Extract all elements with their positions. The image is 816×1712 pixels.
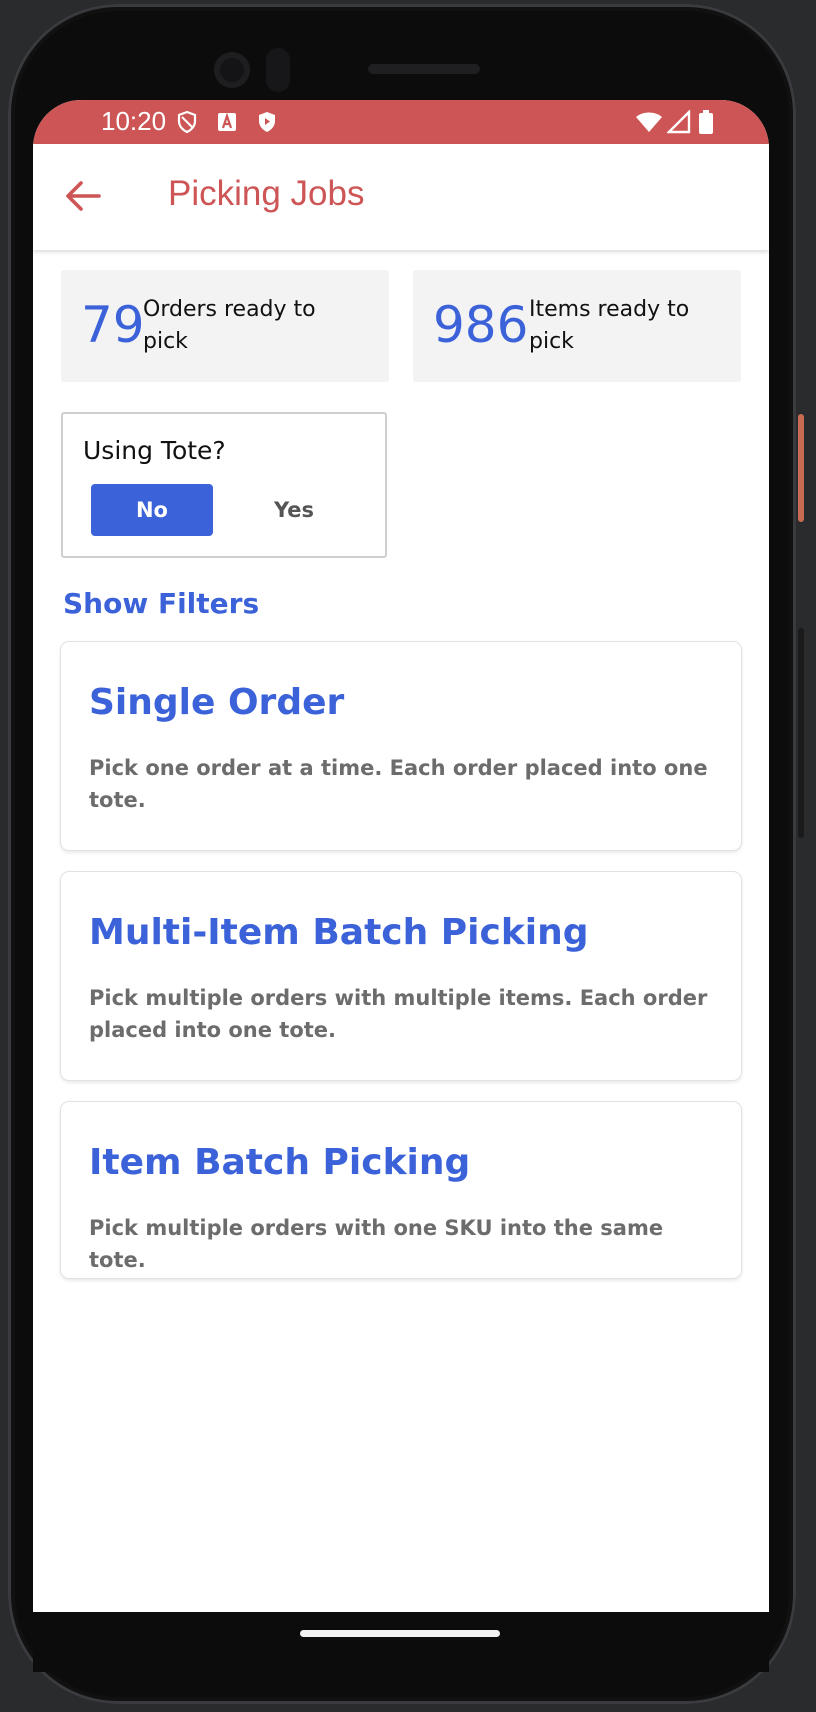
orders-ready-count: 79 [81,296,145,354]
home-gesture-handle[interactable] [300,1630,500,1637]
page-title: Picking Jobs [168,174,365,213]
job-title: Item Batch Picking [89,1142,471,1183]
job-card-multi-item-batch[interactable]: Multi-Item Batch Picking Pick multiple o… [61,872,741,1080]
app-screen: 10:20 Picking Jobs 79 Orders ready to pi… [33,100,769,1612]
show-filters-link[interactable]: Show Filters [63,587,259,620]
job-card-single-order[interactable]: Single Order Pick one order at a time. E… [61,642,741,850]
items-ready-card: 986 Items ready to pick [413,270,741,382]
orders-ready-label: Orders ready to pick [143,297,316,354]
front-camera [214,52,250,88]
job-description: Pick multiple orders with multiple items… [89,986,708,1042]
volume-button [798,628,804,838]
wifi-icon [636,112,662,132]
job-title: Single Order [89,682,345,723]
arrow-left-icon[interactable] [63,176,103,216]
power-button [798,414,804,522]
job-card-item-batch[interactable]: Item Batch Picking Pick multiple orders … [61,1102,741,1278]
signal-icon [667,110,691,134]
status-time: 10:20 [101,106,167,136]
tote-yes-button[interactable]: Yes [233,484,355,536]
job-title: Multi-Item Batch Picking [89,912,589,953]
proximity-sensor [266,48,290,92]
status-bar: 10:20 [33,100,769,144]
play-protect-icon [259,112,275,132]
using-tote-label: Using Tote? [83,436,226,465]
tote-no-button[interactable]: No [91,484,213,536]
battery-icon [699,110,713,134]
items-ready-label: Items ready to pick [529,297,690,354]
app-bar: Picking Jobs [33,144,769,250]
orders-ready-card: 79 Orders ready to pick [61,270,389,382]
job-description: Pick multiple orders with one SKU into t… [89,1216,664,1272]
job-description: Pick one order at a time. Each order pla… [89,756,708,812]
navigation-bar [33,1612,769,1672]
using-tote-toggle: Using Tote? No Yes [61,412,387,558]
items-ready-count: 986 [433,296,529,354]
text-a-icon [218,112,236,131]
earpiece-speaker [368,64,480,74]
shield-icon [177,110,197,134]
